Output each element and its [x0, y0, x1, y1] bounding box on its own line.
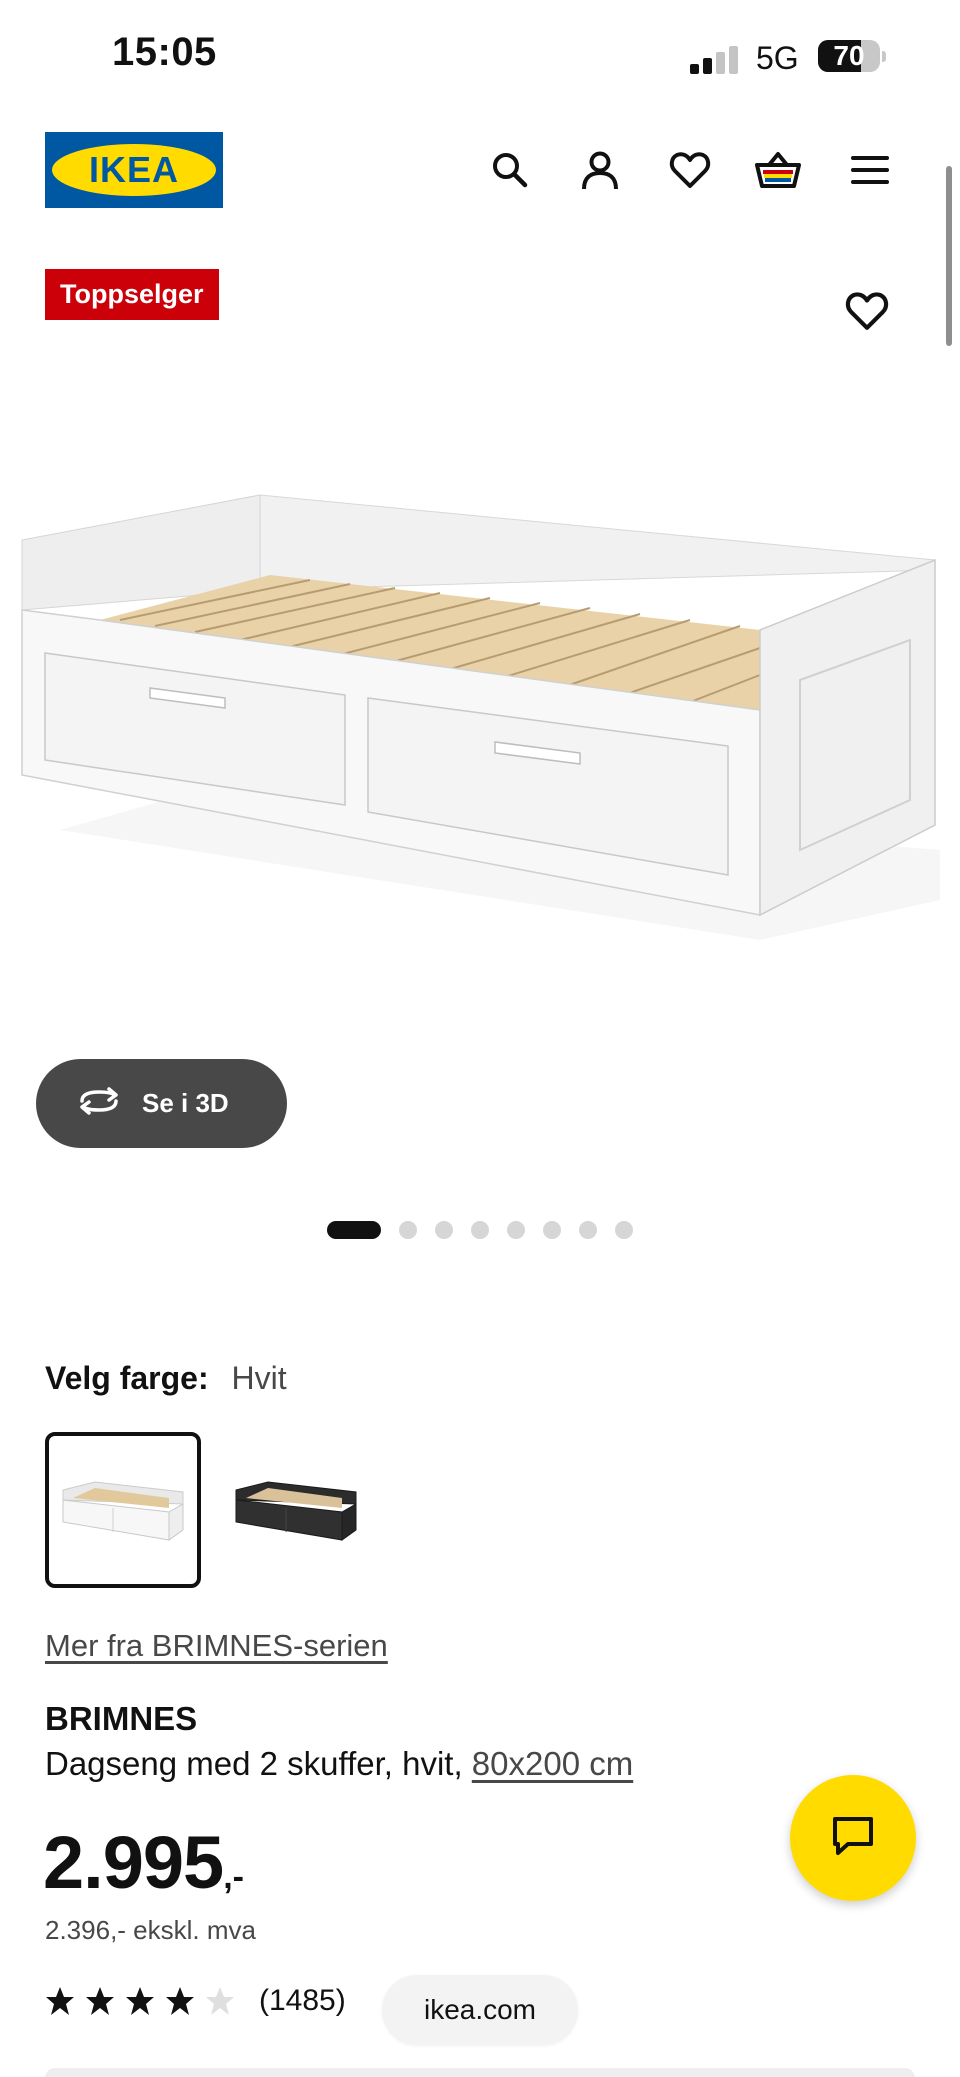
logo-oval: IKEA — [52, 144, 216, 196]
carousel-dot[interactable] — [579, 1221, 597, 1239]
signal-bar — [716, 52, 725, 74]
carousel-dot[interactable] — [615, 1221, 633, 1239]
product-price: 2.995,- — [43, 1820, 244, 1905]
carousel-dot[interactable] — [399, 1221, 417, 1239]
price-suffix: ,- — [223, 1858, 244, 1896]
star-filled-icon — [126, 1987, 154, 2015]
rating[interactable]: (1485) — [45, 1984, 346, 2018]
chat-icon — [830, 1814, 876, 1863]
ikea-logo[interactable]: IKEA — [45, 132, 223, 208]
product-size-link[interactable]: 80x200 cm — [472, 1745, 633, 1782]
search-icon[interactable] — [486, 146, 534, 194]
carousel-dot-active[interactable] — [327, 1221, 381, 1239]
series-link[interactable]: Mer fra BRIMNES-serien — [45, 1628, 388, 1664]
address-bar[interactable]: ikea.com — [382, 1975, 578, 2045]
color-selector-label: Velg farge: Hvit — [45, 1360, 287, 1397]
top-seller-badge: Toppselger — [45, 269, 219, 320]
color-label: Velg farge: — [45, 1360, 209, 1396]
carousel-dot[interactable] — [507, 1221, 525, 1239]
color-swatch-black[interactable] — [218, 1432, 374, 1588]
price-ex-vat: 2.396,- ekskl. mva — [45, 1915, 256, 1945]
color-swatch-white[interactable] — [45, 1432, 201, 1588]
rating-stars — [45, 1986, 245, 2016]
account-icon[interactable] — [576, 146, 624, 194]
chat-button[interactable] — [790, 1775, 916, 1901]
rotate-3d-icon — [76, 1086, 122, 1121]
heart-icon[interactable] — [666, 146, 714, 194]
status-time: 15:05 — [112, 30, 217, 74]
carousel-dot[interactable] — [435, 1221, 453, 1239]
view-3d-label: Se i 3D — [142, 1088, 229, 1118]
carousel-dots[interactable] — [327, 1220, 651, 1240]
price-amount: 2.995 — [43, 1821, 224, 1904]
scrollbar[interactable] — [946, 166, 952, 346]
carousel-dot[interactable] — [543, 1221, 561, 1239]
signal-bar — [690, 64, 699, 74]
menu-icon[interactable] — [846, 146, 894, 194]
network-label: 5G — [756, 40, 799, 76]
view-3d-button[interactable]: Se i 3D — [36, 1059, 287, 1148]
bottom-panel-edge — [45, 2068, 915, 2077]
product-image[interactable] — [0, 470, 960, 950]
logo-text: IKEA — [88, 149, 179, 190]
battery-level: 70 — [833, 40, 865, 71]
battery-icon: 70 — [818, 40, 880, 72]
battery-tip — [882, 51, 886, 62]
status-bar: 15:05 5G 70 — [0, 0, 960, 110]
star-filled-icon — [86, 1987, 114, 2015]
cart-icon[interactable] — [754, 146, 802, 194]
favorite-heart-icon[interactable] — [844, 290, 896, 338]
product-description: Dagseng med 2 skuffer, hvit, 80x200 cm — [45, 1745, 633, 1783]
star-filled-icon — [166, 1987, 194, 2015]
product-description-text: Dagseng med 2 skuffer, hvit, — [45, 1745, 472, 1782]
review-count[interactable]: (1485) — [259, 1984, 346, 2018]
signal-bar — [729, 46, 738, 74]
star-empty-icon — [206, 1987, 234, 2015]
color-value: Hvit — [231, 1360, 287, 1396]
signal-bar — [703, 58, 712, 74]
product-name: BRIMNES — [45, 1700, 198, 1737]
signal-icon — [690, 46, 740, 74]
star-filled-icon — [46, 1987, 74, 2015]
carousel-dot[interactable] — [471, 1221, 489, 1239]
